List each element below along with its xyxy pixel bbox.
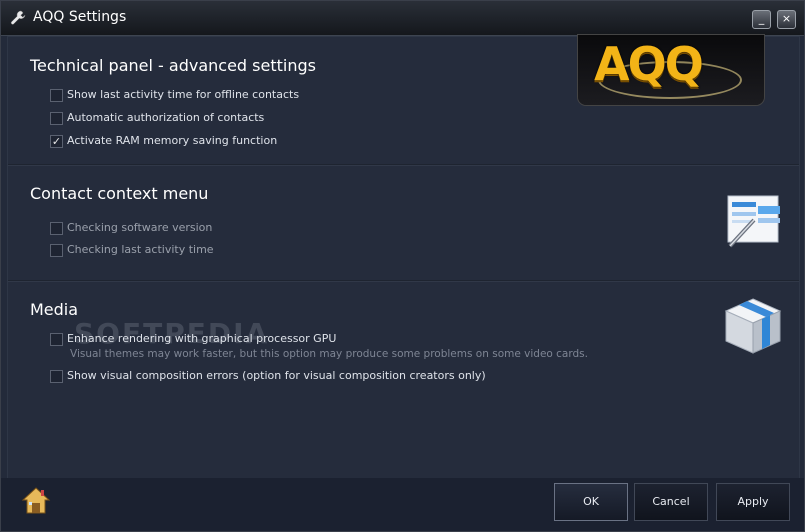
option-label: Activate RAM memory saving function [67,134,278,147]
option-label: Show visual composition errors (option f… [67,369,486,382]
checkbox-checked[interactable]: ✓ [50,135,63,148]
list-pencil-icon [724,192,784,254]
checkbox[interactable] [50,370,63,383]
checkbox[interactable] [50,112,63,125]
close-button[interactable]: × [777,10,796,29]
checkbox[interactable] [50,333,63,346]
section-title-contact-menu: Contact context menu [30,184,209,203]
checkbox[interactable] [50,89,63,102]
checkbox[interactable] [50,222,63,235]
option-label: Enhance rendering with graphical process… [67,332,337,345]
settings-content: AQQ Technical panel - advanced settings … [7,35,800,479]
aqq-logo: AQQ [578,35,764,105]
section-title-technical: Technical panel - advanced settings [30,56,316,75]
settings-window: AQQ Settings _ × AQQ Technical panel - a… [0,0,805,532]
checkbox[interactable] [50,244,63,257]
option-label: Checking software version [67,221,213,234]
section-divider [8,164,799,166]
cancel-button[interactable]: Cancel [634,483,708,521]
option-label: Automatic authorization of contacts [67,111,265,124]
section-divider [8,280,799,282]
cube-icon [722,295,784,359]
minimize-button[interactable]: _ [752,10,771,29]
gpu-hint-text: Visual themes may work faster, but this … [70,348,588,360]
ok-button[interactable]: OK [554,483,628,521]
window-title: AQQ Settings [33,9,127,25]
title-bar[interactable]: AQQ Settings _ × [1,1,804,36]
logo-text: AQQ [594,37,704,91]
option-label: Checking last activity time [67,243,214,256]
option-label: Show last activity time for offline cont… [67,88,300,101]
button-bar: OK Cancel Apply [1,478,804,531]
wrench-icon [9,9,27,27]
apply-button[interactable]: Apply [716,483,790,521]
section-title-media: Media [30,300,79,319]
home-icon[interactable] [21,486,51,516]
